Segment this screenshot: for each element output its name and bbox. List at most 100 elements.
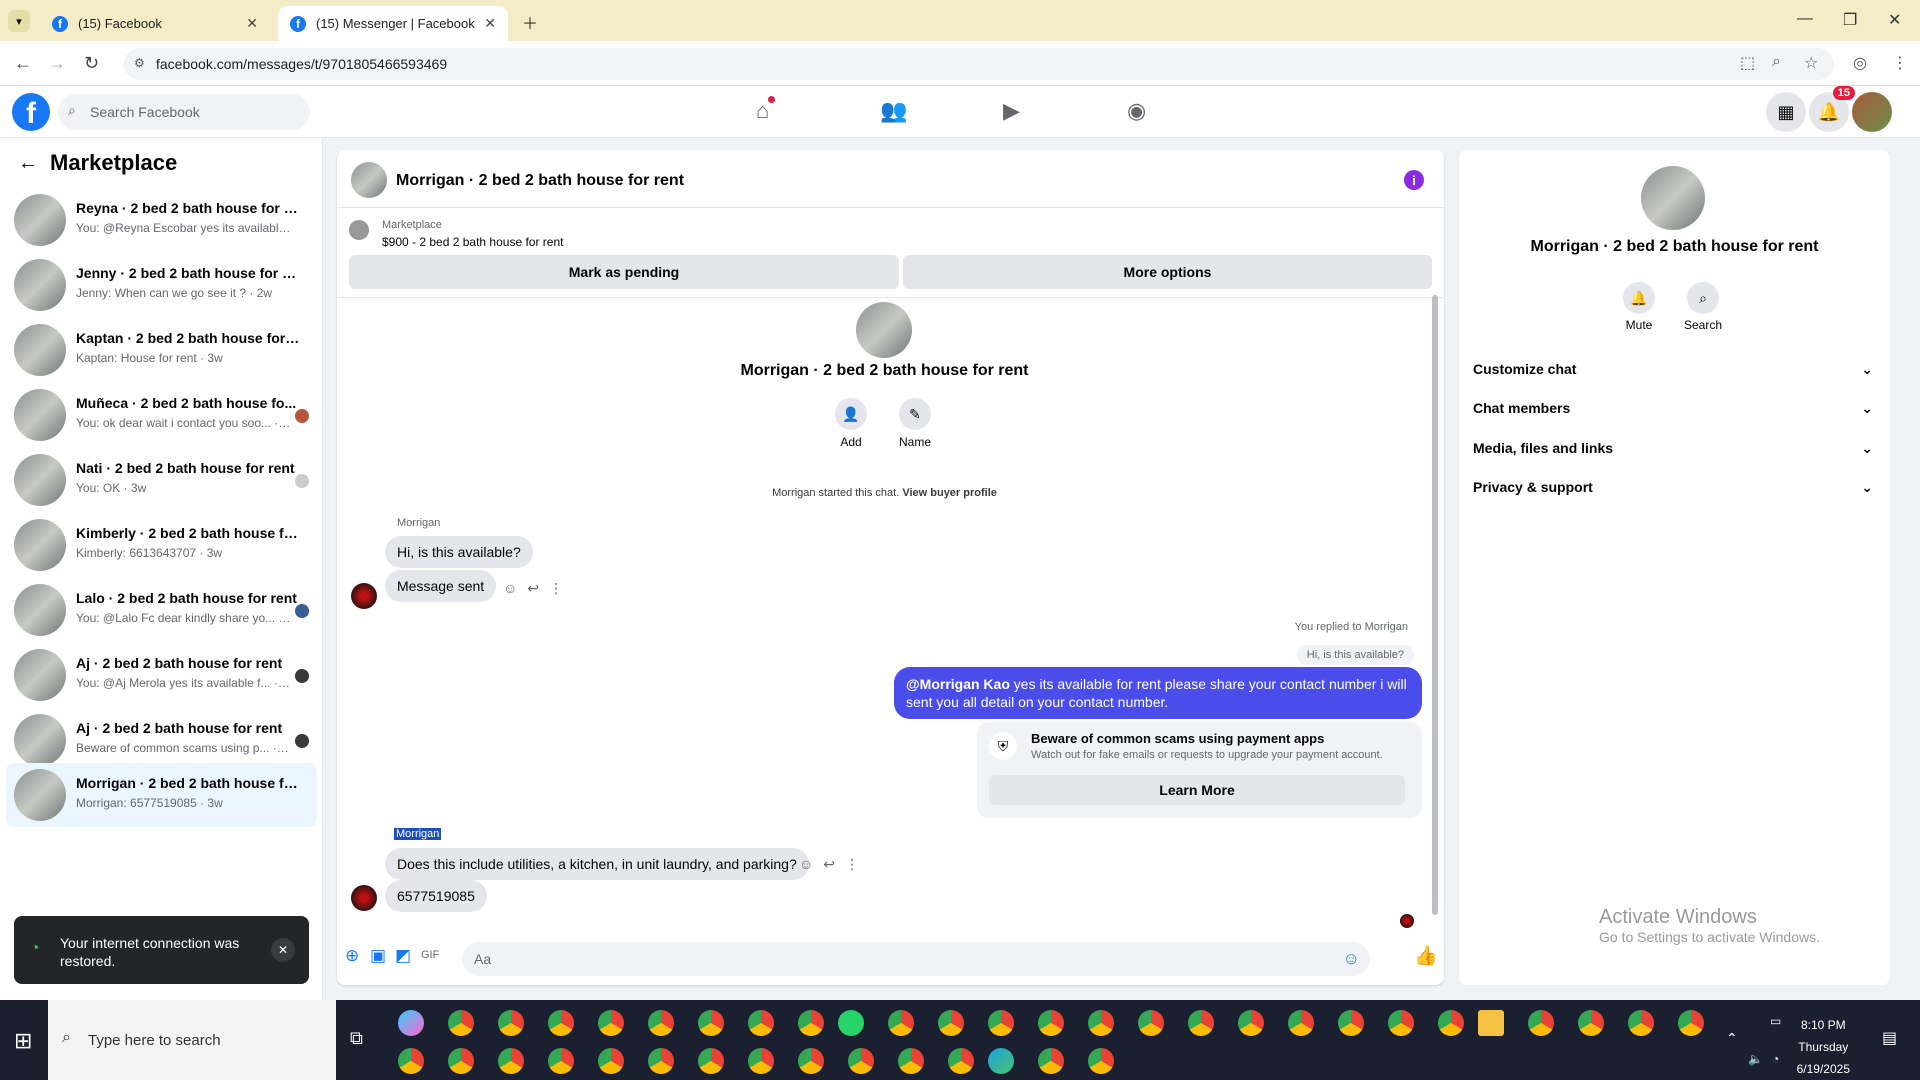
chrome-icon[interactable] [1038, 1010, 1064, 1036]
taskbar-search-input[interactable]: ⌕ Type here to search [48, 1000, 336, 1080]
chrome-icon[interactable] [498, 1010, 524, 1036]
chrome-icon[interactable] [448, 1010, 474, 1036]
chrome-icon[interactable] [748, 1010, 774, 1036]
chrome-icon[interactable] [1388, 1010, 1414, 1036]
chrome-icon[interactable] [1238, 1010, 1264, 1036]
volume-icon[interactable]: 🔈 [1748, 1052, 1763, 1066]
more-options-button[interactable]: More options [903, 255, 1432, 289]
back-arrow-icon[interactable]: ← [18, 152, 38, 175]
learn-more-button[interactable]: Learn More [989, 775, 1405, 805]
menu-dots-icon[interactable]: ⋮ [1892, 53, 1908, 73]
watch-icon[interactable]: ▶ [1003, 98, 1020, 124]
chat-avatar[interactable] [351, 162, 387, 198]
mark-pending-button[interactable]: Mark as pending [349, 255, 899, 289]
chrome-icon[interactable] [748, 1048, 774, 1074]
replied-message[interactable]: Hi, is this available? [1296, 645, 1414, 665]
mute-bell-icon[interactable]: 🔔 [1623, 282, 1655, 314]
chat-members-section[interactable]: Chat members ⌄ [1473, 394, 1873, 422]
zoom-icon[interactable]: ⌕ [1772, 53, 1781, 71]
add-person-button[interactable]: 👤 [835, 398, 867, 430]
outgoing-message-bubble[interactable]: @Morrigan Kao yes its available for rent… [894, 667, 1422, 719]
conversation-item[interactable]: Kimberly · 2 bed 2 bath house for ... Ki… [6, 513, 317, 577]
chrome-icon[interactable] [848, 1048, 874, 1074]
view-buyer-profile-link[interactable]: View buyer profile [902, 487, 997, 499]
address-bar[interactable]: ⚙ facebook.com/messages/t/97018054665934… [124, 48, 1834, 80]
site-info-icon[interactable]: ⚙ [134, 56, 145, 70]
chrome-icon[interactable] [648, 1048, 674, 1074]
listing-info[interactable]: Marketplace $900 - 2 bed 2 bath house fo… [337, 210, 1444, 250]
back-icon[interactable]: ← [14, 53, 32, 74]
chat-scrollbar[interactable] [1432, 295, 1438, 925]
sender-avatar[interactable] [351, 885, 377, 911]
facebook-logo-icon[interactable]: f [12, 93, 50, 131]
message-actions[interactable]: ☺↩⋮ [503, 580, 573, 597]
chrome-icon[interactable] [988, 1010, 1014, 1036]
chat-title[interactable]: Morrigan · 2 bed 2 bath house for rent [396, 172, 684, 190]
facebook-search-input[interactable]: ⌕ Search Facebook [58, 94, 310, 130]
battery-icon[interactable]: ▭ [1770, 1014, 1781, 1028]
conversation-item[interactable]: Jenny · 2 bed 2 bath house for rent Jenn… [6, 253, 317, 317]
show-hidden-icons-icon[interactable]: ⌃ [1726, 1030, 1738, 1047]
friends-icon[interactable]: 👥 [880, 98, 907, 124]
chrome-icon[interactable] [548, 1048, 574, 1074]
message-bubble[interactable]: Hi, is this available? [385, 536, 533, 568]
chrome-icon[interactable] [698, 1010, 724, 1036]
notifications-bell-icon[interactable]: 🔔 15 [1809, 86, 1855, 132]
privacy-support-section[interactable]: Privacy & support ⌄ [1473, 473, 1873, 501]
chrome-icon[interactable] [1088, 1010, 1114, 1036]
network-icon[interactable]: ◔ [1772, 1052, 1779, 1066]
chrome-icon[interactable] [798, 1010, 824, 1036]
profile-avatar[interactable] [856, 302, 912, 358]
edit-name-button[interactable]: ✎ [899, 398, 931, 430]
conversation-item[interactable]: Muñeca · 2 bed 2 bath house fo... You: o… [6, 383, 317, 447]
minimize-icon[interactable]: — [1797, 10, 1813, 28]
tab-search-button[interactable]: ▾ [8, 10, 30, 32]
chrome-icon[interactable] [1438, 1010, 1464, 1036]
chrome-icon[interactable] [548, 1010, 574, 1036]
conversation-item[interactable]: Kaptan · 2 bed 2 bath house for rent Kap… [6, 318, 317, 382]
tab-messenger[interactable]: f (15) Messenger | Facebook ✕ [278, 6, 508, 41]
chrome-icon[interactable] [1038, 1048, 1064, 1074]
chrome-icon[interactable] [598, 1010, 624, 1036]
plus-circle-icon[interactable]: ⊕ [345, 946, 359, 966]
chrome-icon[interactable] [648, 1010, 674, 1036]
conversation-item[interactable]: Reyna · 2 bed 2 bath house for rent You:… [6, 188, 317, 252]
emoji-icon[interactable]: ☺ [1343, 949, 1360, 969]
bookmark-star-icon[interactable]: ☆ [1804, 53, 1818, 73]
chrome-icon[interactable] [1138, 1010, 1164, 1036]
sticker-icon[interactable]: ◩ [395, 946, 411, 966]
notification-center-icon[interactable]: ▤ [1882, 1028, 1897, 1048]
conversation-item-selected[interactable]: Morrigan · 2 bed 2 bath house for ... Mo… [6, 763, 317, 827]
chrome-icon[interactable] [598, 1048, 624, 1074]
chrome-icon[interactable] [498, 1048, 524, 1074]
groups-icon[interactable]: ◉ [1127, 98, 1146, 124]
edge-icon[interactable] [988, 1048, 1014, 1074]
account-avatar[interactable] [1852, 92, 1892, 132]
file-explorer-icon[interactable] [1478, 1010, 1504, 1036]
chrome-icon[interactable] [1678, 1010, 1704, 1036]
close-window-icon[interactable]: ✕ [1888, 10, 1901, 30]
home-icon[interactable]: ⌂ [756, 96, 776, 124]
chrome-icon[interactable] [1528, 1010, 1554, 1036]
message-bubble[interactable]: Message sent [385, 570, 497, 602]
message-bubble[interactable]: Does this include utilities, a kitchen, … [385, 848, 809, 880]
profile-icon[interactable]: ◎ [1853, 53, 1867, 73]
restore-icon[interactable]: ❐ [1843, 10, 1857, 30]
chrome-icon[interactable] [448, 1048, 474, 1074]
reload-icon[interactable]: ↻ [84, 53, 99, 74]
close-tab-icon[interactable]: ✕ [484, 15, 496, 32]
details-avatar[interactable] [1641, 166, 1705, 230]
install-app-icon[interactable]: ⬚ [1740, 53, 1755, 73]
chrome-icon[interactable] [1578, 1010, 1604, 1036]
message-bubble[interactable]: 6577519085 [385, 880, 487, 912]
chrome-icon[interactable] [948, 1048, 974, 1074]
forward-icon[interactable]: → [48, 53, 66, 74]
chrome-icon[interactable] [398, 1048, 424, 1074]
media-files-section[interactable]: Media, files and links ⌄ [1473, 434, 1873, 462]
sender-avatar[interactable] [351, 583, 377, 609]
copilot-icon[interactable] [398, 1010, 424, 1036]
thumbs-up-icon[interactable]: 👍 [1414, 944, 1438, 968]
chrome-icon[interactable] [1188, 1010, 1214, 1036]
chrome-icon[interactable] [888, 1010, 914, 1036]
windows-start-icon[interactable]: ⊞ [14, 1028, 32, 1054]
